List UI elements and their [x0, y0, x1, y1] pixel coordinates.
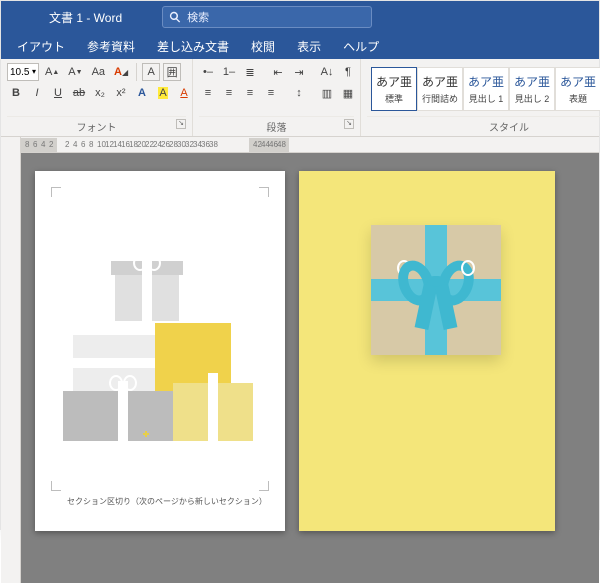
font-group-label: フォント ↘	[7, 116, 186, 135]
ruler-area: 8642246810121416182022242628303234363842…	[1, 137, 599, 153]
underline-button[interactable]: U	[49, 84, 67, 102]
font-group: 10.5▾ A▲ A▼ Aa A◢ A 囲 B I U ab x₂ x² A A…	[1, 59, 193, 136]
vertical-ruler[interactable]	[1, 153, 21, 583]
gift-box-icon	[115, 271, 179, 321]
search-box[interactable]: 検索	[162, 6, 372, 28]
styles-gallery[interactable]: あア亜 標準 あア亜 行間詰め あア亜 見出し 1 あア亜 見出し 2 あア亜 …	[367, 63, 600, 112]
sparkle-icon	[143, 431, 149, 437]
tab-help[interactable]: ヘルプ	[333, 33, 389, 59]
decrease-indent-button[interactable]: ⇤	[269, 63, 287, 81]
highlight-button[interactable]: A	[154, 84, 172, 102]
clear-formatting-button[interactable]: A◢	[111, 63, 131, 81]
italic-button[interactable]: I	[28, 84, 46, 102]
caret-icon: ▾	[32, 68, 36, 76]
multilevel-list-button[interactable]: ≣	[241, 63, 259, 81]
borders-button[interactable]: ▦	[339, 84, 357, 102]
style-no-spacing[interactable]: あア亜 行間詰め	[417, 67, 463, 111]
bold-button[interactable]: B	[7, 84, 25, 102]
shrink-font-button[interactable]: A▼	[65, 63, 85, 81]
numbering-button[interactable]: 1–	[220, 63, 238, 81]
sort-button[interactable]: A↓	[318, 63, 336, 81]
increase-indent-button[interactable]: ⇥	[290, 63, 308, 81]
superscript-button[interactable]: x²	[112, 84, 130, 102]
crop-mark-icon	[51, 187, 65, 201]
tab-view[interactable]: 表示	[287, 33, 331, 59]
document-area: セクション区切り（次のページから新しいセクション）	[1, 153, 599, 583]
enclose-char-button[interactable]: 囲	[163, 63, 181, 81]
paragraph-group: •– 1– ≣ ⇤ ⇥ A↓ ¶ ≡ ≡ ≡ ≡ ↕ ▥ ▦	[193, 59, 361, 136]
text-effects-button[interactable]: A	[133, 84, 151, 102]
tab-references[interactable]: 参考資料	[77, 33, 145, 59]
style-normal[interactable]: あア亜 標準	[371, 67, 417, 111]
font-color-button[interactable]: A	[175, 84, 193, 102]
align-left-button[interactable]: ≡	[199, 84, 217, 102]
gift-box-icon	[63, 391, 183, 441]
style-heading2[interactable]: あア亜 見出し 2	[509, 67, 555, 111]
ribbon: 10.5▾ A▲ A▼ Aa A◢ A 囲 B I U ab x₂ x² A A…	[1, 59, 599, 137]
pages-container: セクション区切り（次のページから新しいセクション）	[21, 153, 599, 583]
font-dialog-launcher[interactable]: ↘	[176, 119, 186, 129]
paragraph-group-label: 段落 ↘	[199, 116, 354, 135]
line-spacing-button[interactable]: ↕	[290, 84, 308, 102]
search-placeholder: 検索	[187, 9, 209, 25]
styles-group-label: スタイル ↘	[367, 116, 600, 135]
paragraph-dialog-launcher[interactable]: ↘	[344, 119, 354, 129]
page-2[interactable]	[299, 171, 555, 531]
align-right-button[interactable]: ≡	[241, 84, 259, 102]
document-title: 文書 1 - Word	[13, 9, 122, 26]
ribbon-bow-icon	[401, 260, 471, 310]
styles-group: あア亜 標準 あア亜 行間詰め あア亜 見出し 1 あア亜 見出し 2 あア亜 …	[361, 59, 600, 136]
eraser-icon: ◢	[122, 68, 128, 77]
ribbon-tabs: イアウト 参考資料 差し込み文書 校閲 表示 ヘルプ	[1, 33, 599, 59]
ruby-button[interactable]: A	[142, 63, 160, 81]
style-heading1[interactable]: あア亜 見出し 1	[463, 67, 509, 111]
tab-mailings[interactable]: 差し込み文書	[147, 33, 239, 59]
style-title[interactable]: あア亜 表題	[555, 67, 600, 111]
title-bar: 文書 1 - Word 検索	[1, 1, 599, 33]
bullets-button[interactable]: •–	[199, 63, 217, 81]
gift-photo	[371, 225, 501, 355]
gift-box-icon	[173, 383, 253, 441]
page-1[interactable]: セクション区切り（次のページから新しいセクション）	[35, 171, 285, 531]
crop-mark-icon	[255, 187, 269, 201]
align-center-button[interactable]: ≡	[220, 84, 238, 102]
strikethrough-button[interactable]: ab	[70, 84, 88, 102]
tab-review[interactable]: 校閲	[241, 33, 285, 59]
section-break-marker: セクション区切り（次のページから新しいセクション）	[63, 496, 257, 507]
gift-illustration	[63, 271, 253, 441]
change-case-button[interactable]: Aa	[89, 63, 108, 81]
font-size-combo[interactable]: 10.5▾	[7, 63, 39, 81]
shading-button[interactable]: ▥	[318, 84, 336, 102]
gift-bag-icon	[155, 323, 231, 391]
subscript-button[interactable]: x₂	[91, 84, 109, 102]
search-icon	[169, 11, 181, 23]
tab-layout[interactable]: イアウト	[7, 33, 75, 59]
horizontal-ruler[interactable]: 8642246810121416182022242628303234363842…	[21, 137, 599, 153]
crop-mark-icon	[255, 477, 269, 491]
grow-font-button[interactable]: A▲	[42, 63, 62, 81]
crop-mark-icon	[51, 477, 65, 491]
show-marks-button[interactable]: ¶	[339, 63, 357, 81]
vertical-ruler-corner	[1, 137, 21, 153]
justify-button[interactable]: ≡	[262, 84, 280, 102]
